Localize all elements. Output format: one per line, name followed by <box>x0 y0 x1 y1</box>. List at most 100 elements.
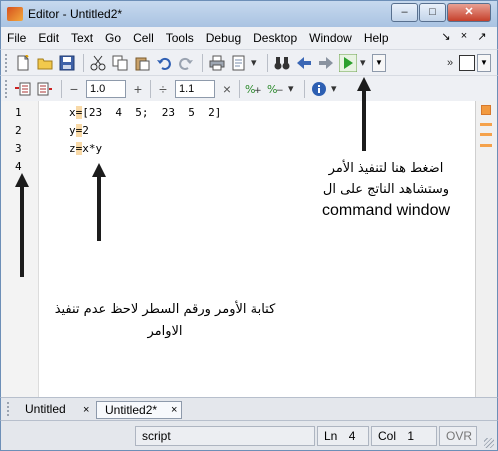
run-annotation-line: وستشاهد الناتج على ال <box>322 182 450 197</box>
tab-untitled[interactable]: Untitled × <box>17 401 93 419</box>
line-number: 1 <box>15 106 22 119</box>
code-token: z <box>69 142 76 155</box>
paste-icon[interactable] <box>132 53 152 73</box>
divide-icon[interactable]: ÷ <box>155 81 171 97</box>
status-column-value: 1 <box>407 429 415 443</box>
menu-window[interactable]: Window <box>309 31 352 45</box>
code-line[interactable]: x=[23 4 5; 23 5 2] <box>69 106 221 119</box>
help-info-icon[interactable] <box>309 79 329 99</box>
toolbar-grip[interactable] <box>5 53 9 72</box>
run-icon[interactable] <box>338 53 358 73</box>
undo-icon[interactable] <box>154 53 174 73</box>
uncomment-icon[interactable]: % − <box>266 79 286 99</box>
comment-icon[interactable]: % + <box>244 79 264 99</box>
back-arrow-icon[interactable] <box>294 53 314 73</box>
save-icon[interactable] <box>57 53 77 73</box>
toolbar-separator <box>150 79 151 98</box>
warning-marker[interactable] <box>480 144 492 147</box>
matlab-logo-icon <box>7 7 23 21</box>
resize-grip-icon[interactable] <box>484 438 494 448</box>
tab-close-icon[interactable]: × <box>171 402 177 418</box>
cell-evaluate-icon[interactable] <box>35 79 55 99</box>
warning-indicator-icon[interactable] <box>481 105 491 115</box>
find-binoculars-icon[interactable] <box>272 53 292 73</box>
menu-go[interactable]: Go <box>105 31 121 45</box>
toolbar-separator <box>83 53 84 72</box>
code-token: [23 4 5; 23 5 2] <box>82 106 222 119</box>
chevron-down-icon[interactable]: ▾ <box>251 56 263 69</box>
menu-edit[interactable]: Edit <box>38 31 59 45</box>
copy-icon[interactable] <box>110 53 130 73</box>
annotation-arrow-left <box>15 173 29 277</box>
layout-box-icon[interactable] <box>459 54 475 71</box>
toolbar-separator <box>239 79 240 98</box>
menu-bar: File Edit Text Go Cell Tools Debug Deskt… <box>0 27 498 49</box>
minimize-button[interactable]: – <box>391 3 418 22</box>
status-column-label: Col <box>378 429 397 443</box>
divide-value-input[interactable]: 1.1 <box>175 79 215 98</box>
menu-text[interactable]: Text <box>71 31 93 45</box>
code-token: x*y <box>82 142 103 155</box>
menu-desktop[interactable]: Desktop <box>253 31 297 45</box>
status-line-value: 4 <box>348 429 356 443</box>
warning-marker[interactable] <box>480 133 492 136</box>
run-options-chevron-icon[interactable]: ▾ <box>360 56 372 69</box>
line-number: 2 <box>15 124 22 137</box>
toolbar-separator <box>304 79 305 98</box>
help-chevron-icon[interactable]: ▾ <box>331 82 343 95</box>
close-window-button[interactable]: ✕ <box>447 3 491 22</box>
toolbar-overflow-icon[interactable]: » <box>447 57 459 69</box>
run-dropdown-button[interactable]: ▼ <box>372 53 386 72</box>
svg-text:−: − <box>276 86 284 96</box>
menu-tools[interactable]: Tools <box>166 31 194 45</box>
menu-cell[interactable]: Cell <box>133 31 154 45</box>
insert-cell-icon[interactable] <box>13 79 33 99</box>
code-token: y <box>69 124 76 137</box>
page-setup-icon[interactable] <box>229 53 249 73</box>
print-icon[interactable] <box>207 53 227 73</box>
layout-dropdown-button[interactable]: ▼ <box>477 53 491 72</box>
warning-marker-bar[interactable] <box>475 101 497 397</box>
run-annotation-line: اضغط هنا لتنفيذ الأمر <box>328 161 444 176</box>
cut-icon[interactable] <box>88 53 108 73</box>
run-annotation: اضغط هنا لتنفيذ الأمر وستشاهد الناتج على… <box>301 158 471 221</box>
decrement-value-input[interactable]: 1.0 <box>86 79 126 98</box>
menu-file[interactable]: File <box>7 31 26 45</box>
code-token: 2 <box>82 124 89 137</box>
menu-debug[interactable]: Debug <box>206 31 241 45</box>
tabs-grip[interactable] <box>7 402 11 416</box>
tab-untitled2[interactable]: Untitled2* × <box>96 401 182 419</box>
warning-marker[interactable] <box>480 123 492 126</box>
code-line[interactable]: z=x*y <box>69 142 102 155</box>
open-folder-icon[interactable] <box>35 53 55 73</box>
toolbar-separator <box>267 53 268 72</box>
decrement-icon[interactable]: − <box>66 81 82 97</box>
comment-chevron-icon[interactable]: ▾ <box>288 82 300 95</box>
menu-help[interactable]: Help <box>364 31 389 45</box>
multiply-icon[interactable]: × <box>219 81 235 97</box>
window-title-bar: Editor - Untitled2* – □ ✕ <box>0 0 498 27</box>
increment-icon[interactable]: + <box>130 81 146 97</box>
code-token: x <box>69 106 76 119</box>
window-title: Editor - Untitled2* <box>28 7 123 21</box>
undock-icon[interactable]: ↗ <box>473 30 491 43</box>
lines-annotation-line: كتابة الأومر ورقم السطر لاحظ عدم تنفيذ <box>54 302 276 317</box>
forward-arrow-icon[interactable] <box>316 53 336 73</box>
toolbar-separator <box>202 53 203 72</box>
toolbar-grip[interactable] <box>5 79 9 98</box>
lines-annotation-line: الاوامر <box>147 324 183 339</box>
code-line[interactable]: y=2 <box>69 124 89 137</box>
new-file-icon[interactable] <box>13 53 33 73</box>
close-doc-icon[interactable]: × <box>455 30 473 43</box>
code-editor[interactable]: 1 2 3 4 x=[23 4 5; 23 5 2] y=2 z=x*y اضغ… <box>0 77 498 397</box>
maximize-button[interactable]: □ <box>419 3 446 22</box>
status-column: Col 1 <box>371 426 437 446</box>
dock-icon[interactable]: ↘ <box>437 30 455 43</box>
redo-icon[interactable] <box>176 53 196 73</box>
tab-label: Untitled2* <box>105 403 158 417</box>
tab-close-icon[interactable]: × <box>83 402 89 418</box>
annotation-arrow-middle <box>92 163 106 241</box>
document-tabs-bar: Untitled × Untitled2* × <box>0 397 498 420</box>
status-line: Ln 4 <box>317 426 369 446</box>
status-line-label: Ln <box>324 429 338 443</box>
